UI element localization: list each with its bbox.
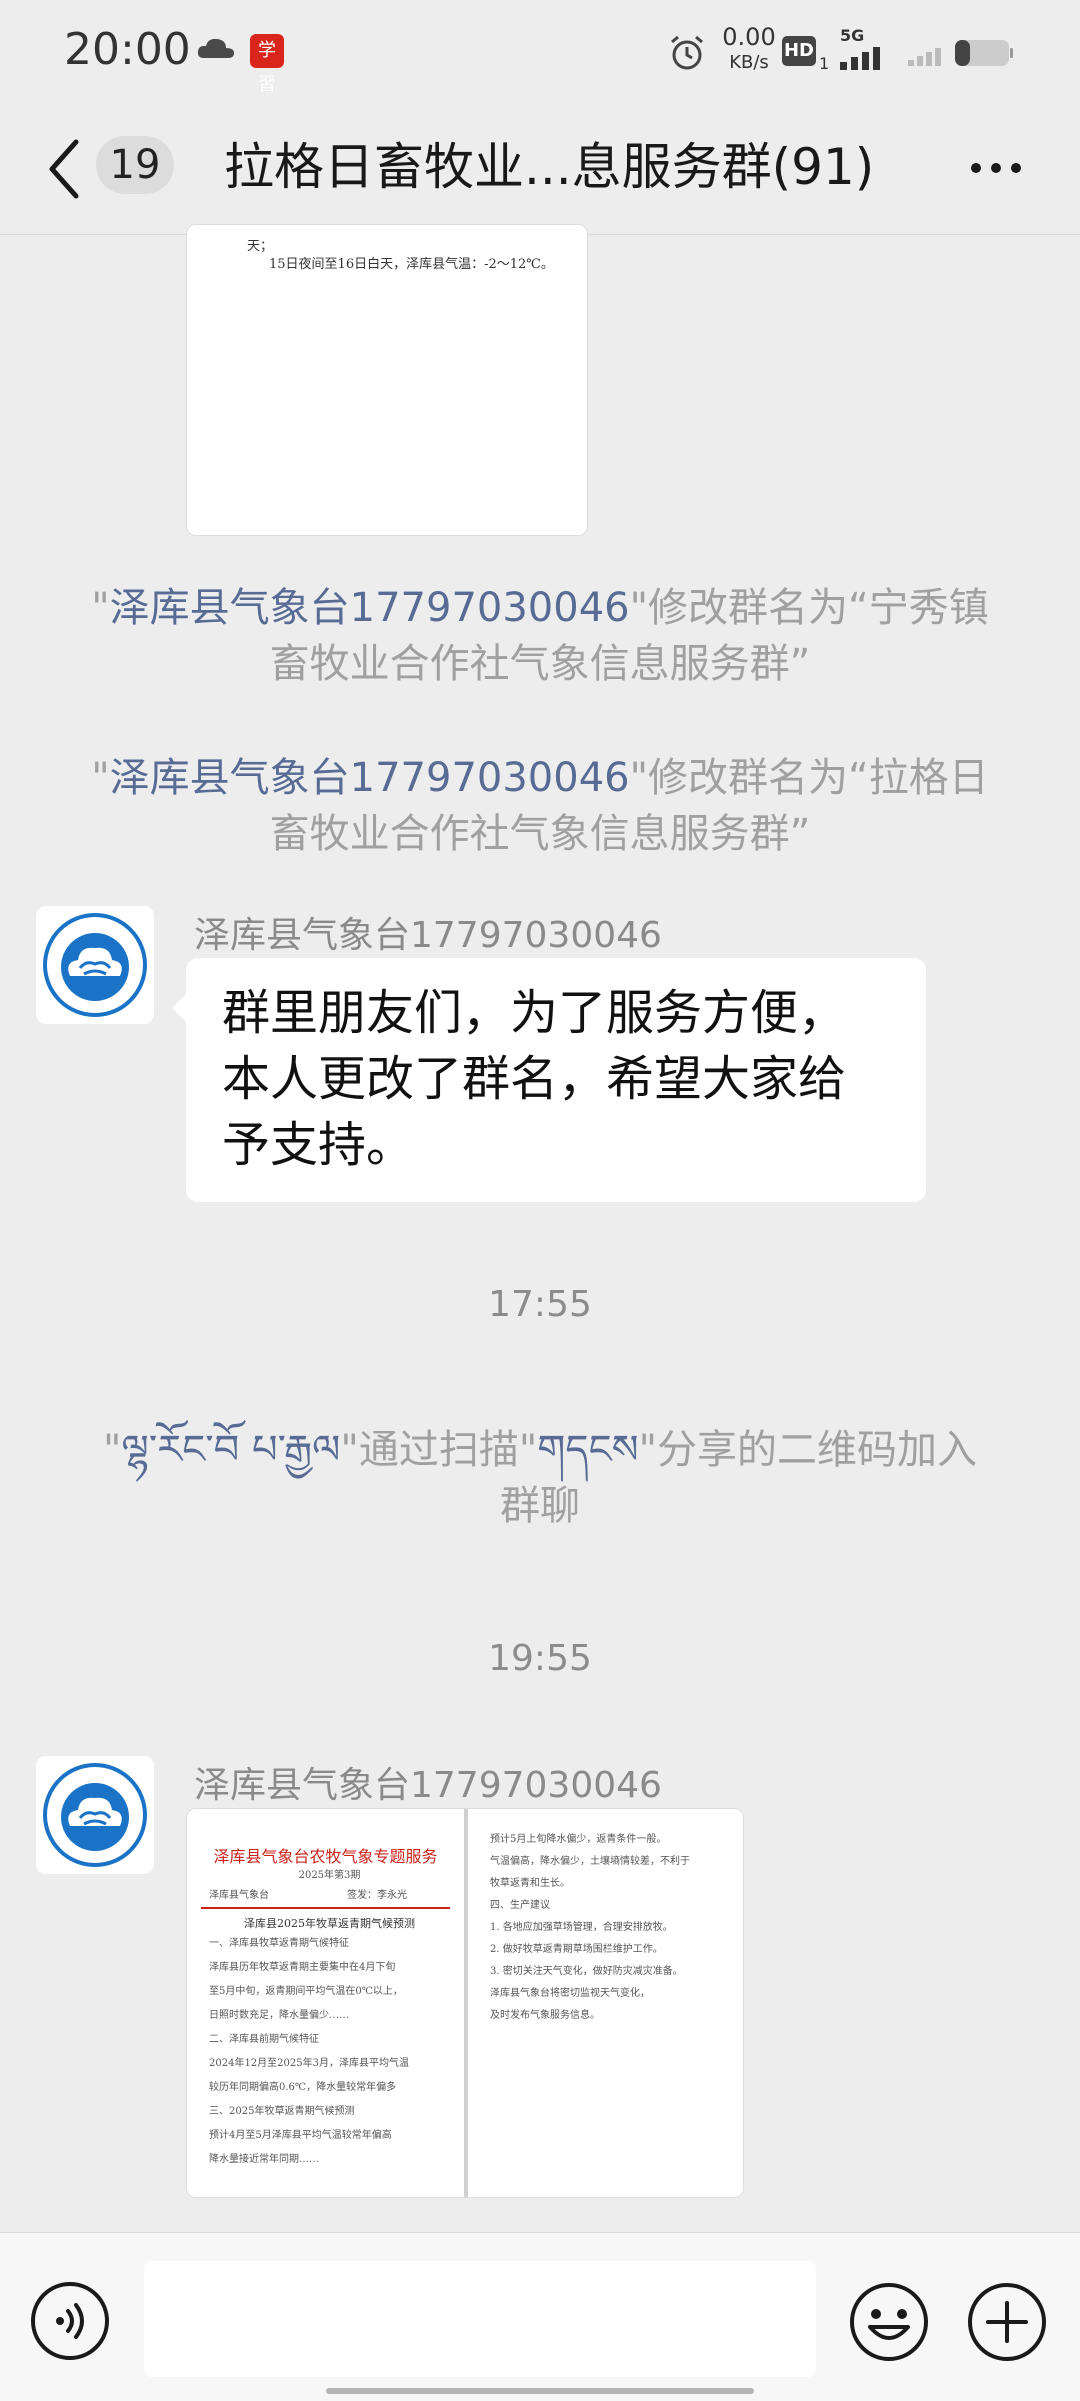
more-options-icon[interactable]: [966, 138, 1026, 198]
weather-bureau-logo-icon: [39, 909, 151, 1021]
quote-mark: ": [91, 585, 110, 631]
doc-title: 泽库县气象台农牧气象专题服务: [213, 1847, 438, 1866]
document-page-left: 泽库县气象台农牧气象专题服务 2025年第3期 泽库县气象台 签发：李永光 泽库…: [187, 1809, 464, 2197]
system-notice-rename: "泽库县气象台17797030046"修改群名为“宁秀镇畜牧业合作社气象信息服务…: [90, 580, 990, 692]
doc-text-line: 15日夜间至16日白天，泽库县气温：-2～12℃。: [269, 257, 554, 272]
home-indicator: [326, 2388, 754, 2394]
hd-sub-label: 1: [819, 54, 830, 73]
doc-body-line: 3. 密切关注天气变化，做好防灾减灾准备。: [490, 1966, 683, 1977]
doc-body-line: 气温偏高，降水偏少，土壤墒情较差，不利于: [490, 1856, 690, 1867]
unread-count-badge[interactable]: 19: [96, 136, 174, 194]
status-time: 20:00: [64, 24, 191, 75]
doc-body-line: 预计5月上旬降水偏少，返青条件一般。: [490, 1834, 667, 1845]
doc-body-line: 降水量接近常年同期……: [209, 2154, 319, 2165]
quote-mark: ": [102, 1427, 122, 1473]
system-notice-rename: "泽库县气象台17797030046"修改群名为“拉格日畜牧业合作社气象信息服务…: [90, 750, 990, 862]
doc-body-line: 及时发布气象服务信息。: [490, 2010, 600, 2021]
cloud-icon: [197, 38, 234, 58]
doc-text-line: 天；: [247, 239, 274, 254]
doc-meta-right: 签发：李永光: [347, 1890, 407, 1901]
text-message-bubble[interactable]: 群里朋友们，为了服务方便，本人更改了群名，希望大家给予支持。: [172, 958, 926, 1202]
chat-title: 拉格日畜牧业...息服务群(91): [224, 138, 875, 196]
message-input[interactable]: [144, 2261, 816, 2377]
document-page-right: 预计5月上旬降水偏少，返青条件一般。气温偏高，降水偏少，土壤墒情较差，不利于 牧草…: [468, 1809, 743, 2197]
notice-text: "通过扫描": [340, 1427, 538, 1473]
timestamp: 19:55: [488, 1638, 592, 1679]
doc-body-line: 预计4月至5月泽库县平均气温较常年偏高: [209, 2130, 392, 2141]
sender-name: 泽库县气象台17797030046: [194, 1765, 662, 1806]
sender-name: 泽库县气象台17797030046: [194, 915, 662, 956]
sender-avatar[interactable]: [36, 906, 154, 1024]
network-type-label: 5G: [840, 26, 865, 45]
hd-icon: HD: [782, 36, 816, 66]
chat-header: 19 拉格日畜牧业...息服务群(91): [0, 110, 1080, 234]
doc-body-line: 2024年12月至2025年3月，泽库县平均气温: [209, 2058, 409, 2069]
doc-body-line: 1. 各地应加强草场管理，合理安排放牧。: [490, 1922, 673, 1933]
plus-icon[interactable]: [966, 2281, 1048, 2363]
system-notice-join: "ལྷ་རོང་བོ པ་རྒྱལ"通过扫描"གདངས"分享的二维码加入群聊: [90, 1422, 990, 1534]
net-speed-unit: KB/s: [729, 52, 769, 73]
quote-mark: ": [91, 755, 110, 801]
signal-icon: 5G: [838, 26, 890, 70]
doc-body-line: 日照时数充足，降水量偏少……: [209, 2010, 349, 2021]
emoji-icon[interactable]: [848, 2281, 930, 2363]
doc-body-line: 三、2025年牧草返青期气候预测: [209, 2106, 355, 2117]
secondary-signal-icon: [908, 48, 941, 66]
doc-body-line: 较历年同期偏高0.6℃，降水量较常年偏多: [209, 2082, 397, 2093]
message-input-bar: [0, 2232, 1080, 2401]
doc-body-line: 2. 做好牧草返青期草场围栏维护工作。: [490, 1944, 663, 1955]
notice-user-link[interactable]: 泽库县气象台17797030046: [110, 585, 630, 631]
doc-body-line: 二、泽库县前期气候特征: [209, 2034, 319, 2045]
back-arrow-icon[interactable]: [44, 134, 84, 204]
doc-body-line: 一、泽库县牧草返青期气候特征: [209, 1938, 349, 1949]
net-speed: 0.00 KB/s: [714, 24, 784, 76]
doc-body-line: 四、生产建议: [490, 1900, 550, 1911]
doc-body-line: 牧草返青和生长。: [490, 1878, 570, 1889]
net-speed-value: 0.00: [722, 23, 776, 51]
voice-input-icon[interactable]: [30, 2281, 110, 2361]
doc-body-line: 泽库县历年牧草返青期主要集中在4月下旬: [209, 1962, 396, 1973]
doc-subtitle: 2025年第3期: [298, 1870, 361, 1881]
weather-bureau-logo-icon: [39, 1759, 151, 1871]
notice-user-link[interactable]: ལྷ་རོང་བོ པ་རྒྱལ: [121, 1427, 340, 1473]
alarm-icon: [671, 35, 703, 70]
doc-body-line: 泽库县气象台将密切监视天气变化，: [490, 1988, 650, 1999]
battery-icon: [955, 40, 1013, 66]
app-notification-icon: 学習: [250, 34, 284, 95]
message-text: 群里朋友们，为了服务方便，本人更改了群名，希望大家给予支持。: [222, 985, 847, 1173]
document-message-card[interactable]: 天； 15日夜间至16日白天，泽库县气温：-2～12℃。: [186, 224, 588, 536]
doc-body-line: 至5月中旬，返青期间平均气温在0℃以上，: [209, 1986, 403, 1997]
status-bar: 20:00 学習 0.00 KB/s HD 1 5G: [0, 0, 1080, 110]
doc-meta-left: 泽库县气象台: [209, 1890, 269, 1901]
sender-avatar[interactable]: [36, 1756, 154, 1874]
doc-red-rule: [201, 1907, 450, 1909]
notice-user-link[interactable]: 泽库县气象台17797030046: [110, 755, 630, 801]
timestamp: 17:55: [488, 1284, 592, 1325]
doc-heading: 泽库县2025年牧草返青期气候预测: [244, 1917, 415, 1930]
document-message-card[interactable]: 泽库县气象台农牧气象专题服务 2025年第3期 泽库县气象台 签发：李永光 泽库…: [186, 1808, 744, 2198]
notice-user-link[interactable]: གདངས: [537, 1427, 638, 1473]
